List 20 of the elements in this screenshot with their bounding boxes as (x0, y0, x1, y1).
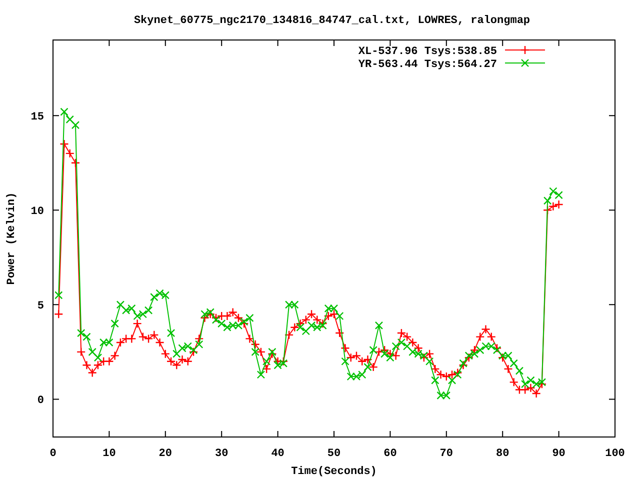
x-tick-label: 50 (327, 448, 341, 460)
x-tick-label: 100 (605, 448, 625, 460)
x-tick-label: 70 (440, 448, 453, 460)
y-tick-label: 0 (37, 395, 44, 408)
y-tick-label: 15 (30, 112, 44, 124)
y-tick-label: 5 (37, 300, 44, 313)
x-tick-label: 0 (50, 448, 56, 460)
x-tick-label: 10 (102, 448, 116, 460)
y-axis-label: Power (Kelvin) (6, 192, 18, 285)
x-tick-label: 30 (215, 448, 228, 460)
legend-label: XL-537.96 Tsys:538.85 (358, 46, 497, 58)
x-tick-label: 20 (158, 448, 172, 460)
x-tick-label: 90 (552, 448, 566, 460)
x-tick-label: 40 (271, 448, 284, 460)
x-tick-label: 80 (496, 448, 510, 460)
x-tick-label: 60 (384, 448, 397, 460)
legend-label: YR-563.44 Tsys:564.27 (358, 59, 497, 71)
chart-title: Skynet_60775_ngc2170_134816_84747_cal.txt, LOWRES, ralongmap (134, 15, 530, 27)
y-tick-label: 10 (30, 206, 44, 218)
x-axis-label: Time(Seconds) (291, 466, 377, 478)
